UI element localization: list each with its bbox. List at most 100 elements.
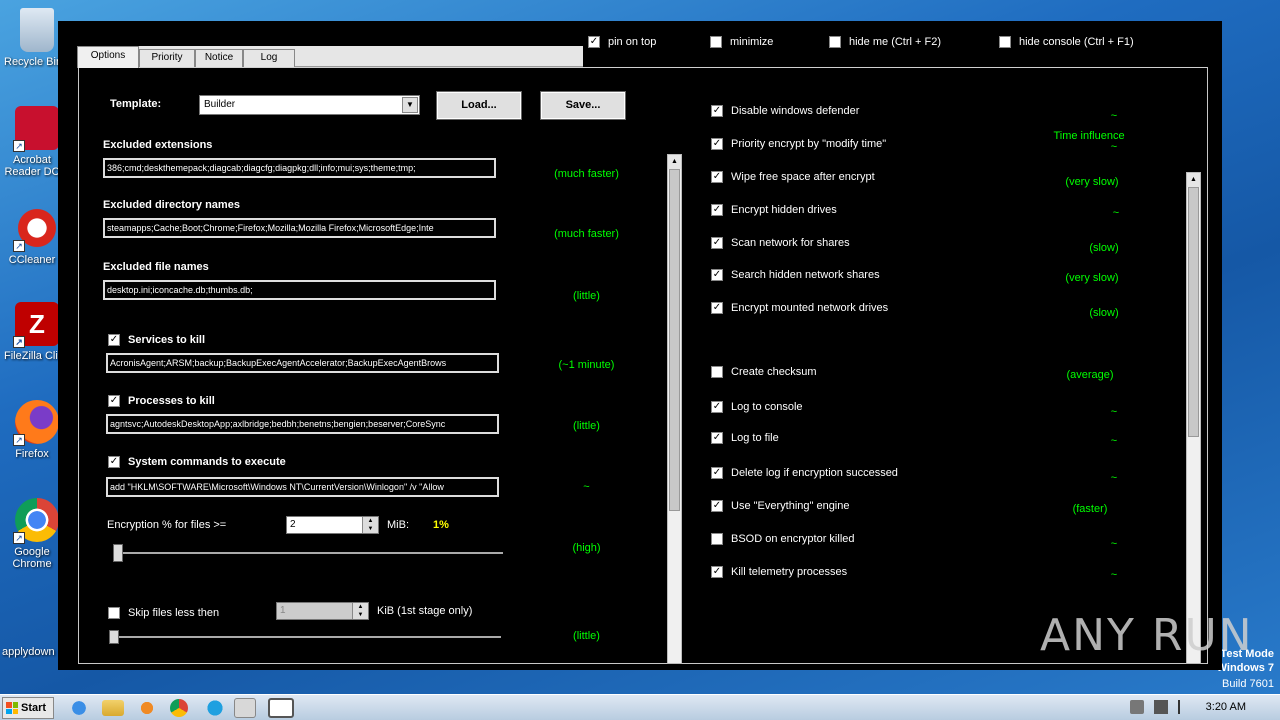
time-note: (~1 minute) bbox=[558, 359, 615, 371]
option-checkbox-row[interactable]: ✓ Priority encrypt by "modify time" bbox=[711, 138, 886, 150]
option-label: Disable windows defender bbox=[731, 105, 860, 117]
active-app-taskbar-icon[interactable] bbox=[268, 698, 294, 718]
option-checkbox-row[interactable]: ✓ Log to console bbox=[711, 401, 803, 413]
watermark-line3: Build 7601 bbox=[1222, 678, 1274, 690]
option-checkbox-row[interactable]: ✓ Scan network for shares bbox=[711, 237, 850, 249]
option-checkbox-row[interactable]: ✓ Log to file bbox=[711, 432, 779, 444]
skip-files-checkbox[interactable]: Skip files less then bbox=[108, 607, 219, 619]
ccleaner-icon: ↗ bbox=[13, 206, 59, 252]
time-note: (little) bbox=[573, 290, 600, 302]
option-label: Wipe free space after encrypt bbox=[731, 171, 875, 183]
encryption-slider-track[interactable] bbox=[117, 552, 503, 554]
hide-console-checkbox[interactable]: hide console (Ctrl + F1) bbox=[999, 36, 1134, 48]
time-note: ~ bbox=[1110, 538, 1118, 550]
scrollbar-thumb[interactable] bbox=[1188, 187, 1199, 437]
option-checkbox-row[interactable]: Create checksum bbox=[711, 366, 817, 378]
encryption-unit: MiB: bbox=[387, 519, 409, 531]
media-player-icon[interactable] bbox=[136, 698, 158, 718]
services-input[interactable]: AcronisAgent;ARSM;backup;BackupExecAgent… bbox=[106, 353, 499, 373]
option-checkbox-row[interactable]: ✓ Delete log if encryption successed bbox=[711, 467, 898, 479]
pin-on-top-checkbox[interactable]: ✓ pin on top bbox=[588, 36, 656, 48]
edge-icon[interactable] bbox=[204, 698, 226, 718]
empty-check-icon bbox=[829, 36, 841, 48]
check-icon: ✓ bbox=[711, 171, 723, 183]
excluded-extensions-label: Excluded extensions bbox=[103, 139, 213, 151]
check-icon: ✓ bbox=[588, 36, 600, 48]
flag-icon[interactable] bbox=[1178, 700, 1192, 714]
check-icon: ✓ bbox=[711, 204, 723, 216]
save-button[interactable]: Save... bbox=[540, 91, 626, 120]
option-checkbox-row[interactable]: ✓ Encrypt mounted network drives bbox=[711, 302, 888, 314]
check-icon: ✓ bbox=[711, 566, 723, 578]
speaker-icon[interactable] bbox=[1130, 700, 1144, 714]
option-checkbox-row[interactable]: ✓ Wipe free space after encrypt bbox=[711, 171, 875, 183]
left-scrollbar[interactable]: ▲ bbox=[667, 154, 682, 664]
option-label: Scan network for shares bbox=[731, 237, 850, 249]
empty-check-icon bbox=[710, 36, 722, 48]
right-scrollbar[interactable]: ▲ bbox=[1186, 172, 1201, 664]
start-label: Start bbox=[21, 702, 47, 714]
template-select[interactable]: Builder ▼ bbox=[199, 95, 420, 115]
tab-bar: Options Priority Notice Log bbox=[77, 46, 583, 68]
checkbox-label: pin on top bbox=[608, 36, 657, 48]
encryption-percent-value: 1% bbox=[433, 519, 449, 531]
option-checkbox-row[interactable]: ✓ Search hidden network shares bbox=[711, 269, 880, 281]
time-note: (average) bbox=[1066, 369, 1114, 381]
check-icon: ✓ bbox=[711, 105, 723, 117]
checkbox-label: hide console (Ctrl + F1) bbox=[1019, 36, 1134, 48]
time-note: (high) bbox=[572, 542, 601, 554]
skip-label: Skip files less then bbox=[128, 607, 220, 619]
start-button[interactable]: Start bbox=[2, 697, 54, 719]
system-commands-checkbox[interactable]: ✓ System commands to execute bbox=[108, 456, 286, 468]
desktop-icon-label: Recycle Bin bbox=[4, 56, 60, 68]
excluded-files-input[interactable]: desktop.ini;iconcache.db;thumbs.db; bbox=[103, 280, 496, 300]
option-checkbox-row[interactable]: BSOD on encryptor killed bbox=[711, 533, 855, 545]
scroll-up-icon[interactable]: ▲ bbox=[1187, 173, 1200, 187]
spinner-arrows-icon[interactable]: ▲ ▼ bbox=[352, 603, 368, 619]
encryption-size-spinner[interactable]: 2 ▲ ▼ bbox=[286, 516, 379, 534]
option-checkbox-row[interactable]: ✓ Kill telemetry processes bbox=[711, 566, 847, 578]
option-checkbox-row[interactable]: ✓ Use "Everything" engine bbox=[711, 500, 850, 512]
tab-priority[interactable]: Priority bbox=[139, 49, 195, 67]
empty-check-icon bbox=[711, 366, 723, 378]
excluded-dirs-label: Excluded directory names bbox=[103, 199, 240, 211]
skip-slider-thumb[interactable] bbox=[109, 630, 119, 644]
ie-icon[interactable] bbox=[68, 698, 90, 718]
time-note: (much faster) bbox=[554, 168, 619, 180]
tab-log[interactable]: Log bbox=[243, 49, 295, 67]
option-checkbox-row[interactable]: ✓ Encrypt hidden drives bbox=[711, 204, 837, 216]
options-panel: Template: Builder ▼ Load... Save... Excl… bbox=[78, 67, 1208, 664]
skip-size-spinner[interactable]: 1 ▲ ▼ bbox=[276, 602, 369, 620]
excluded-extensions-input[interactable]: 386;cmd;deskthemepack;diagcab;diagcfg;di… bbox=[103, 158, 496, 178]
taskbar: Start 3:20 AM bbox=[0, 694, 1280, 720]
network-icon[interactable] bbox=[1154, 700, 1168, 714]
spinner-arrows-icon[interactable]: ▲ ▼ bbox=[362, 517, 378, 533]
desktop-icon-label: Acrobat Reader DC bbox=[4, 154, 60, 178]
scrollbar-thumb[interactable] bbox=[669, 169, 680, 511]
scroll-up-icon[interactable]: ▲ bbox=[668, 155, 681, 169]
minimize-checkbox[interactable]: minimize bbox=[710, 36, 773, 48]
firefox-icon: ↗ bbox=[13, 400, 59, 446]
tab-notice[interactable]: Notice bbox=[195, 49, 243, 67]
checkbox-label: minimize bbox=[730, 36, 774, 48]
load-button[interactable]: Load... bbox=[436, 91, 522, 120]
clock[interactable]: 3:20 AM bbox=[1206, 701, 1246, 713]
processes-to-kill-checkbox[interactable]: ✓ Processes to kill bbox=[108, 395, 215, 407]
excluded-dirs-input[interactable]: steamapps;Cache;Boot;Chrome;Firefox;Mozi… bbox=[103, 218, 496, 238]
processes-input[interactable]: agntsvc;AutodeskDesktopApp;axlbridge;bed… bbox=[106, 414, 499, 434]
window-taskbar-icon[interactable] bbox=[234, 698, 256, 718]
chrome-taskbar-icon[interactable] bbox=[170, 699, 188, 717]
time-note: ~ bbox=[583, 481, 590, 493]
skip-slider-track[interactable] bbox=[113, 636, 501, 638]
commands-input[interactable]: add "HKLM\SOFTWARE\Microsoft\Windows NT\… bbox=[106, 477, 499, 497]
tab-options[interactable]: Options bbox=[77, 46, 139, 68]
check-icon: ✓ bbox=[108, 456, 120, 468]
option-label: BSOD on encryptor killed bbox=[731, 533, 855, 545]
encryption-slider-thumb[interactable] bbox=[113, 544, 123, 562]
option-checkbox-row[interactable]: ✓ Disable windows defender bbox=[711, 105, 859, 117]
template-value: Builder bbox=[204, 99, 236, 110]
time-note: (much faster) bbox=[554, 228, 619, 240]
services-to-kill-checkbox[interactable]: ✓ Services to kill bbox=[108, 334, 205, 346]
explorer-icon[interactable] bbox=[102, 700, 124, 716]
hide-me-checkbox[interactable]: hide me (Ctrl + F2) bbox=[829, 36, 941, 48]
